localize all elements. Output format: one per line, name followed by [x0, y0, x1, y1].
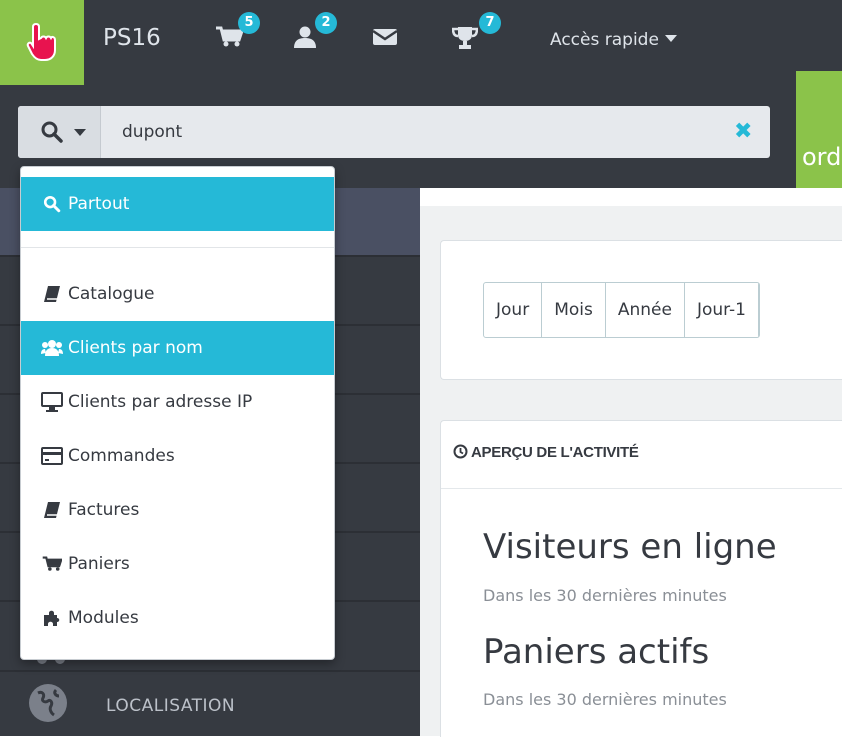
- activity-panel-header: APERÇU DE L'ACTIVITÉ: [441, 421, 842, 489]
- page-header-strip: [420, 188, 842, 206]
- pointer-hand-icon: [26, 22, 56, 61]
- search-option-customers-by-ip[interactable]: Clients par adresse IP: [21, 375, 334, 429]
- cart-icon: [41, 553, 63, 575]
- search-option-label: Paniers: [68, 554, 130, 574]
- active-carts-title: Paniers actifs: [483, 632, 710, 672]
- search-option-label: Commandes: [68, 446, 175, 466]
- caret-down-icon: [74, 129, 86, 136]
- search-option-label: Catalogue: [68, 284, 155, 304]
- search-input[interactable]: [122, 120, 722, 144]
- trophy-count-badge: 7: [479, 12, 501, 34]
- users-icon: [41, 337, 63, 359]
- period-button-group: Jour Mois Année Jour-1: [483, 282, 760, 338]
- search-form: ✖: [18, 106, 770, 158]
- search-option-modules[interactable]: Modules: [21, 591, 334, 645]
- quick-access-menu[interactable]: Accès rapide: [550, 28, 677, 52]
- quick-access-label: Accès rapide: [550, 30, 659, 50]
- panel-title: APERÇU DE L'ACTIVITÉ: [453, 444, 639, 461]
- dropdown-divider: [21, 247, 334, 248]
- header-action-button[interactable]: ord: [796, 71, 842, 188]
- panel-title-text: APERÇU DE L'ACTIVITÉ: [471, 444, 639, 461]
- shop-name[interactable]: PS16: [103, 23, 161, 53]
- customers-count-badge: 2: [315, 12, 337, 34]
- globe-icon: [29, 684, 67, 722]
- puzzle-icon: [41, 607, 63, 629]
- logo[interactable]: [0, 0, 84, 85]
- search-option-carts[interactable]: Paniers: [21, 537, 334, 591]
- search-type-button[interactable]: [18, 106, 101, 158]
- trophy-icon[interactable]: [452, 26, 478, 50]
- period-day-button[interactable]: Jour: [484, 283, 543, 337]
- search-option-label: Clients par nom: [68, 338, 203, 358]
- caret-down-icon: [664, 35, 677, 42]
- clock-icon: [453, 444, 468, 459]
- period-month-button[interactable]: Mois: [542, 283, 606, 337]
- sidebar-item-localisation[interactable]: LOCALISATION: [0, 670, 420, 738]
- search-option-label: Clients par adresse IP: [68, 392, 253, 412]
- online-visitors-subtitle: Dans les 30 dernières minutes: [483, 586, 727, 605]
- cart-icon[interactable]: [215, 26, 243, 48]
- header-action-label: ord: [802, 143, 842, 171]
- online-visitors-title: Visiteurs en ligne: [483, 527, 777, 567]
- sidebar-item-label: LOCALISATION: [106, 696, 236, 716]
- search-option-label: Factures: [68, 500, 140, 520]
- user-icon[interactable]: [293, 26, 317, 48]
- orders-count-badge: 5: [238, 12, 260, 34]
- search-option-everywhere[interactable]: Partout: [21, 177, 334, 231]
- search-option-catalog[interactable]: Catalogue: [21, 267, 334, 321]
- period-previous-day-button[interactable]: Jour-1: [685, 283, 759, 337]
- search-option-orders[interactable]: Commandes: [21, 429, 334, 483]
- search-icon: [41, 121, 63, 143]
- search-option-invoices[interactable]: Factures: [21, 483, 334, 537]
- search-option-customers-by-name[interactable]: Clients par nom: [21, 321, 334, 375]
- clear-search-icon[interactable]: ✖: [734, 121, 752, 143]
- period-year-button[interactable]: Année: [606, 283, 685, 337]
- desktop-icon: [41, 391, 63, 413]
- book-icon: [41, 283, 63, 305]
- search-icon: [41, 193, 63, 215]
- book-icon: [41, 499, 63, 521]
- credit-card-icon: [41, 445, 63, 467]
- search-option-label: Modules: [68, 608, 139, 628]
- search-option-label: Partout: [68, 194, 130, 214]
- search-type-dropdown: Partout Catalogue Clients par nom Client…: [20, 166, 335, 660]
- envelope-icon[interactable]: [372, 26, 398, 46]
- active-carts-subtitle: Dans les 30 dernières minutes: [483, 690, 727, 709]
